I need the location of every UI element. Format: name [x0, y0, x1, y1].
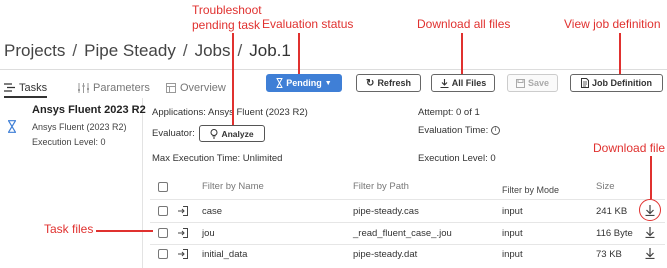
file-size: 241 KB: [596, 206, 628, 217]
row-checkbox[interactable]: [158, 206, 168, 216]
refresh-icon: ↻: [366, 77, 375, 89]
refresh-label: Refresh: [377, 78, 411, 88]
tab-overview-label: Overview: [180, 81, 226, 94]
status-label: Pending: [286, 78, 322, 88]
job-definition-button[interactable]: Job Definition: [570, 74, 663, 92]
analyze-label: Analyze: [221, 128, 254, 139]
evaluation-time: Evaluation Time: i: [418, 125, 500, 136]
analyze-button[interactable]: Analyze: [199, 125, 265, 142]
breadcrumb-project[interactable]: Pipe Steady: [84, 41, 176, 60]
status-dropdown-button[interactable]: Pending ▼: [266, 74, 342, 92]
file-size: 116 Byte: [596, 228, 633, 239]
breadcrumb-separator: /: [237, 41, 243, 60]
file-mode: input: [502, 228, 523, 239]
tab-tasks-label: Tasks: [19, 81, 48, 94]
table-header-divider: [150, 199, 665, 200]
panel-divider: [142, 98, 143, 268]
download-icon: [440, 78, 449, 88]
file-path: pipe-steady.cas: [353, 206, 419, 217]
info-icon[interactable]: i: [490, 125, 500, 135]
row-checkbox[interactable]: [158, 249, 168, 259]
save-icon: [515, 78, 525, 88]
select-all-checkbox[interactable]: [158, 182, 168, 192]
execution-level: Execution Level: 0: [418, 153, 496, 164]
job-definition-label: Job Definition: [592, 78, 652, 88]
lightbulb-icon: [210, 128, 218, 138]
chevron-down-icon: ▼: [324, 79, 332, 87]
callout-highlight-circle: [639, 199, 661, 221]
breadcrumb-current: Job.1: [249, 41, 291, 60]
breadcrumb-separator: /: [72, 41, 78, 60]
input-file-icon: [178, 228, 188, 238]
refresh-button[interactable]: ↻ Refresh: [356, 74, 421, 92]
save-label: Save: [527, 78, 550, 88]
filter-by-mode[interactable]: Filter by Mode: [502, 185, 560, 195]
hourglass-icon: [276, 78, 283, 88]
callout-line-view-job-definition: [619, 33, 621, 74]
callout-line-task-files: [96, 230, 153, 232]
callout-download-all: Download all files: [417, 17, 511, 31]
row-checkbox[interactable]: [158, 228, 168, 238]
input-file-icon: [178, 206, 188, 216]
filter-by-name[interactable]: Filter by Name: [202, 181, 264, 192]
filter-by-path[interactable]: Filter by Path: [353, 181, 409, 192]
tasks-icon: [4, 83, 15, 92]
parameters-icon: [78, 82, 89, 93]
task-application: Ansys Fluent (2023 R2): [32, 122, 127, 132]
file-size: 73 KB: [596, 249, 622, 260]
file-name: jou: [202, 228, 215, 239]
callout-line-download-all: [461, 33, 463, 74]
hourglass-icon: [7, 120, 17, 133]
breadcrumb-jobs[interactable]: Jobs: [195, 41, 231, 60]
file-name: initial_data: [202, 249, 248, 260]
file-mode: input: [502, 206, 523, 217]
file-path: _read_fluent_case_.jou: [353, 228, 452, 239]
download-file-icon[interactable]: [645, 248, 655, 259]
tab-overview[interactable]: Overview: [166, 75, 226, 100]
input-file-icon: [178, 249, 188, 259]
header-divider: [0, 69, 667, 70]
callout-download-file: Download file: [593, 141, 666, 155]
callout-task-files: Task files: [44, 222, 94, 236]
download-all-files-button[interactable]: All Files: [431, 74, 495, 92]
file-name: case: [202, 206, 223, 217]
callout-view-job-definition: View job definition: [564, 17, 661, 31]
callout-line-download-file: [650, 156, 652, 199]
attempt-text: Attempt: 0 of 1: [418, 107, 480, 118]
document-icon: [581, 78, 589, 88]
breadcrumb: Projects / Pipe Steady / Jobs / Job.1: [4, 41, 291, 61]
callout-line-troubleshoot: [232, 33, 234, 125]
all-files-label: All Files: [451, 78, 487, 88]
download-file-icon[interactable]: [645, 227, 655, 238]
task-name: Ansys Fluent 2023 R2: [32, 104, 146, 116]
applications-text: Applications: Ansys Fluent (2023 R2): [152, 107, 308, 118]
row-divider: [150, 222, 665, 223]
file-path: pipe-steady.dat: [353, 249, 418, 260]
size-column-header[interactable]: Size: [596, 181, 614, 192]
save-button[interactable]: Save: [507, 74, 558, 92]
tab-parameters-label: Parameters: [93, 81, 150, 94]
breadcrumb-separator: /: [182, 41, 188, 60]
tab-parameters[interactable]: Parameters: [78, 75, 150, 100]
task-execution-level: Execution Level: 0: [32, 137, 106, 147]
row-divider: [150, 244, 665, 245]
callout-line-evaluation-status: [298, 33, 300, 74]
file-mode: input: [502, 249, 523, 260]
callout-evaluation-status: Evaluation status: [262, 17, 354, 31]
max-execution-time: Max Execution Time: Unlimited: [152, 153, 283, 164]
callout-troubleshoot: Troubleshoot pending task: [192, 3, 262, 32]
active-tab-indicator: [4, 96, 47, 98]
evaluator-label: Evaluator:: [152, 128, 195, 139]
evaluation-time-label: Evaluation Time:: [418, 125, 489, 136]
breadcrumb-projects[interactable]: Projects: [4, 41, 65, 60]
overview-icon: [166, 82, 176, 93]
